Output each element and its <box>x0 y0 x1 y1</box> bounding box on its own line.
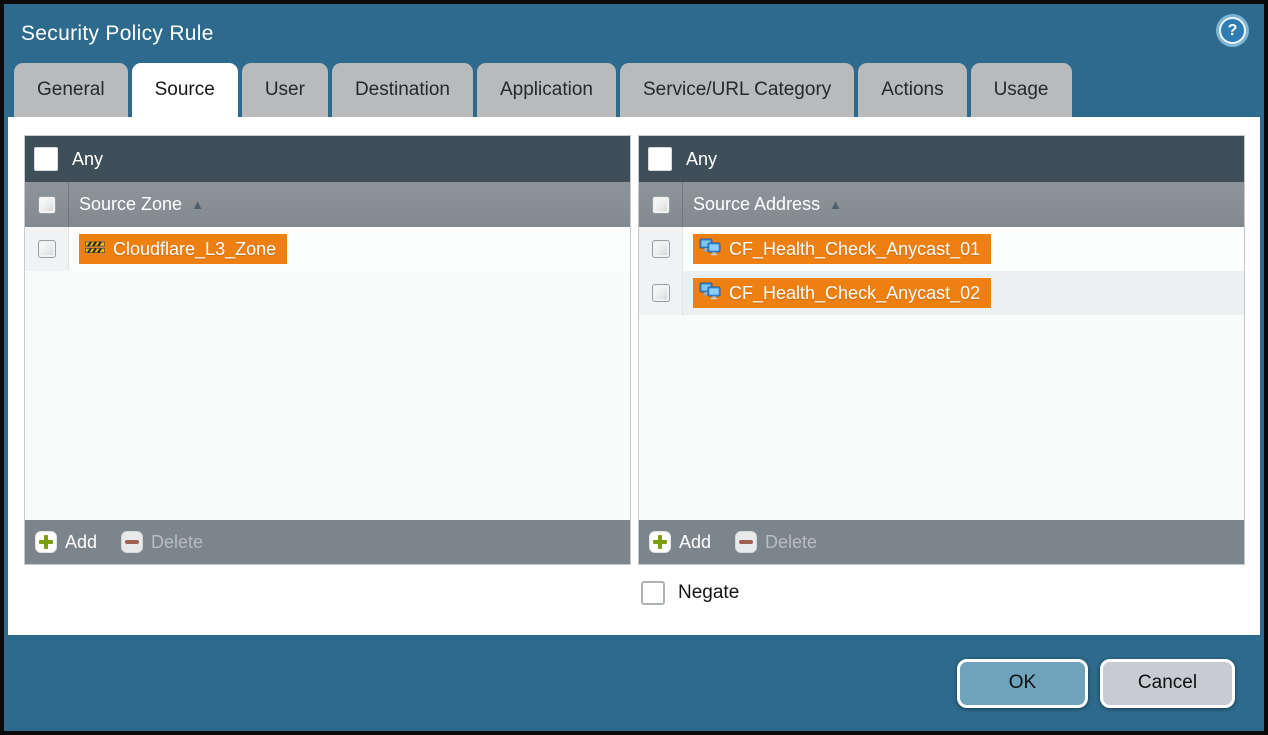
negate-label: Negate <box>678 582 739 604</box>
source-address-actions-bar: Add Delete <box>639 520 1244 564</box>
row-checkbox-cell <box>639 227 683 271</box>
page-title: Security Policy Rule <box>21 22 214 46</box>
row-checkbox[interactable] <box>38 240 56 258</box>
source-zone-list: Cloudflare_L3_Zone <box>25 227 630 520</box>
source-zone-select-all-checkbox[interactable] <box>38 196 56 214</box>
negate-checkbox[interactable] <box>641 581 665 605</box>
tab-usage[interactable]: Usage <box>971 63 1072 117</box>
add-button[interactable]: Add <box>649 531 711 553</box>
table-row: CF_Health_Check_Anycast_01 <box>639 227 1244 271</box>
address-icon <box>699 282 721 305</box>
source-address-column-header[interactable]: Source Address ▲ <box>639 182 1244 227</box>
tab-application[interactable]: Application <box>477 63 616 117</box>
source-zone-actions-bar: Add Delete <box>25 520 630 564</box>
source-zone-select-all-cell <box>25 182 69 227</box>
table-row: CF_Health_Check_Anycast_02 <box>639 271 1244 315</box>
add-icon <box>649 531 671 553</box>
delete-label: Delete <box>151 532 203 553</box>
tab-actions[interactable]: Actions <box>858 63 966 117</box>
source-zone-item[interactable]: Cloudflare_L3_Zone <box>79 234 287 264</box>
source-address-any-bar: Any <box>639 136 1244 182</box>
add-icon <box>35 531 57 553</box>
row-label: CF_Health_Check_Anycast_01 <box>729 239 980 260</box>
source-address-any-checkbox[interactable] <box>648 147 672 171</box>
source-address-item[interactable]: CF_Health_Check_Anycast_02 <box>693 278 991 308</box>
address-icon <box>699 238 721 261</box>
row-checkbox-cell <box>639 271 683 315</box>
delete-icon <box>735 531 757 553</box>
negate-row: Negate <box>641 581 1245 605</box>
row-checkbox[interactable] <box>652 284 670 302</box>
source-zone-any-bar: Any <box>25 136 630 182</box>
source-zone-column-title: Source Zone <box>79 194 182 215</box>
sort-asc-icon: ▲ <box>191 197 204 212</box>
panels-container: Any Source Zone ▲ <box>24 135 1245 565</box>
source-address-select-all-checkbox[interactable] <box>652 196 670 214</box>
row-checkbox-cell <box>25 227 69 271</box>
source-zone-column-header[interactable]: Source Zone ▲ <box>25 182 630 227</box>
source-tab-content: Any Source Zone ▲ <box>8 117 1260 635</box>
source-address-select-all-cell <box>639 182 683 227</box>
row-checkbox[interactable] <box>652 240 670 258</box>
source-zone-panel: Any Source Zone ▲ <box>24 135 631 565</box>
zone-icon <box>85 239 105 260</box>
add-label: Add <box>65 532 97 553</box>
tab-destination[interactable]: Destination <box>332 63 473 117</box>
tab-source[interactable]: Source <box>132 63 238 117</box>
delete-button[interactable]: Delete <box>121 531 203 553</box>
source-address-panel: Any Source Address ▲ <box>638 135 1245 565</box>
tab-bar: General Source User Destination Applicat… <box>4 63 1264 117</box>
add-label: Add <box>679 532 711 553</box>
tab-general[interactable]: General <box>14 63 128 117</box>
add-button[interactable]: Add <box>35 531 97 553</box>
source-zone-any-label: Any <box>72 149 103 170</box>
row-label: Cloudflare_L3_Zone <box>113 239 276 260</box>
help-icon[interactable]: ? <box>1219 17 1246 44</box>
source-address-any-label: Any <box>686 149 717 170</box>
delete-button[interactable]: Delete <box>735 531 817 553</box>
row-label: CF_Health_Check_Anycast_02 <box>729 283 980 304</box>
dialog-window: Security Policy Rule ? General Source Us… <box>0 0 1268 735</box>
delete-label: Delete <box>765 532 817 553</box>
table-row: Cloudflare_L3_Zone <box>25 227 630 271</box>
sort-asc-icon: ▲ <box>829 197 842 212</box>
security-policy-rule-dialog: Security Policy Rule ? General Source Us… <box>4 4 1264 731</box>
title-bar: Security Policy Rule ? <box>4 4 1264 63</box>
ok-button[interactable]: OK <box>957 659 1088 708</box>
source-zone-any-checkbox[interactable] <box>34 147 58 171</box>
tab-user[interactable]: User <box>242 63 328 117</box>
source-address-item[interactable]: CF_Health_Check_Anycast_01 <box>693 234 991 264</box>
dialog-footer: OK Cancel <box>4 635 1264 731</box>
tab-service-url-category[interactable]: Service/URL Category <box>620 63 854 117</box>
source-address-list: CF_Health_Check_Anycast_01 <box>639 227 1244 520</box>
cancel-button[interactable]: Cancel <box>1100 659 1235 708</box>
delete-icon <box>121 531 143 553</box>
source-address-column-title: Source Address <box>693 194 820 215</box>
